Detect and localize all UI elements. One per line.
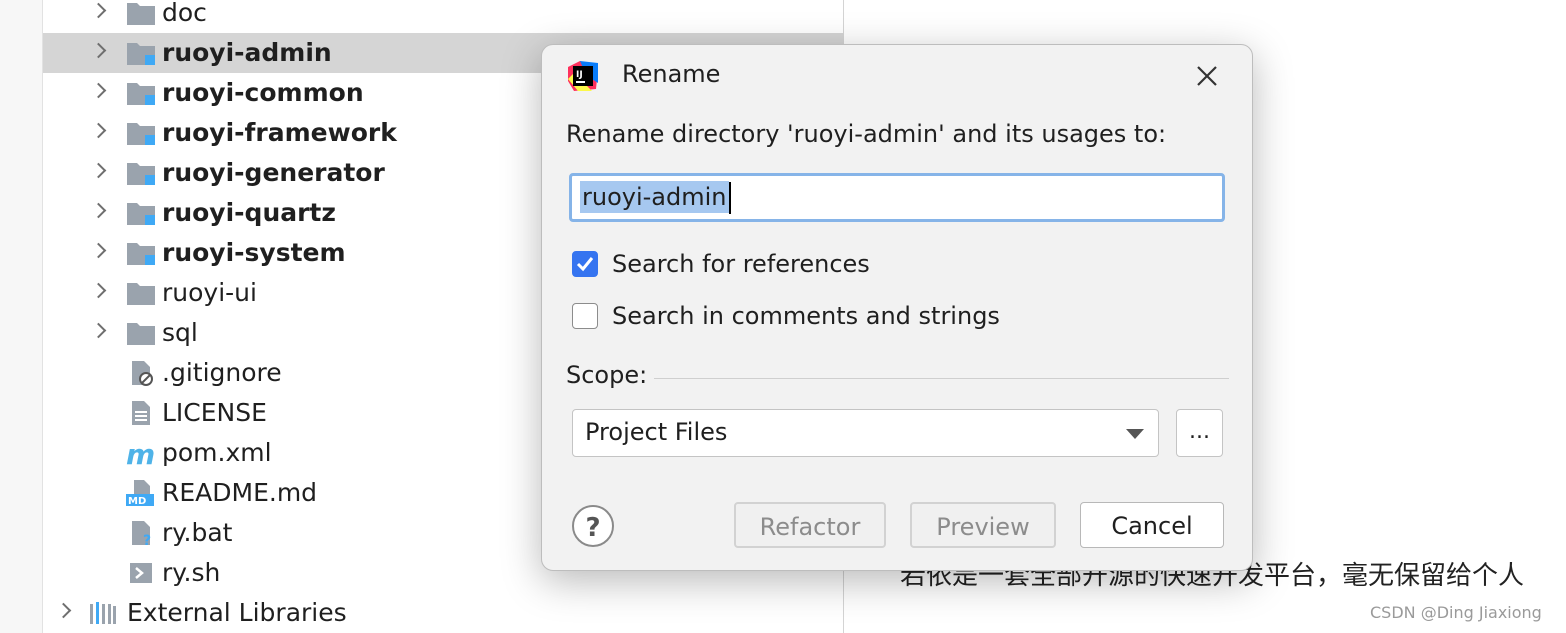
chevron-right-icon[interactable] bbox=[90, 322, 107, 339]
search-comments-label[interactable]: Search in comments and strings bbox=[612, 302, 1000, 330]
module-folder-icon bbox=[126, 160, 156, 186]
tree-item-label: ruoyi-ui bbox=[162, 278, 257, 307]
chevron-right-icon[interactable] bbox=[90, 2, 107, 19]
tree-item-label: README.md bbox=[162, 478, 318, 507]
tree-item-label: .gitignore bbox=[162, 358, 282, 387]
tree-item-label: ruoyi-common bbox=[162, 78, 364, 107]
folder-icon bbox=[126, 0, 156, 26]
close-icon[interactable] bbox=[1192, 61, 1222, 91]
chevron-right-icon[interactable] bbox=[90, 202, 107, 219]
tree-item-label: ry.bat bbox=[162, 518, 233, 547]
refactor-button[interactable]: Refactor bbox=[734, 502, 886, 548]
preview-button[interactable]: Preview bbox=[910, 502, 1056, 548]
tree-item-doc[interactable]: doc bbox=[43, 0, 843, 33]
chevron-right-icon[interactable] bbox=[90, 82, 107, 99]
tree-item-label: ruoyi-generator bbox=[162, 158, 385, 187]
text-caret bbox=[729, 182, 731, 214]
tree-item-label: ruoyi-quartz bbox=[162, 198, 336, 227]
check-icon bbox=[576, 257, 594, 272]
svg-text:IJ: IJ bbox=[576, 70, 583, 80]
tree-item-label: LICENSE bbox=[162, 398, 267, 427]
maven-icon: m bbox=[126, 438, 156, 471]
markdown-file-icon: MD bbox=[126, 480, 156, 507]
new-name-input[interactable]: ruoyi-admin bbox=[569, 173, 1225, 222]
folder-icon bbox=[126, 280, 156, 306]
chevron-right-icon[interactable] bbox=[90, 162, 107, 179]
selected-text: ruoyi-admin bbox=[580, 181, 729, 213]
scope-value: Project Files bbox=[585, 418, 728, 446]
tree-item-label: External Libraries bbox=[127, 598, 347, 627]
tree-item-label: pom.xml bbox=[162, 438, 272, 467]
text-file-icon bbox=[126, 400, 156, 426]
chevron-right-icon[interactable] bbox=[90, 282, 107, 299]
tree-item-external-libraries[interactable]: External Libraries bbox=[43, 593, 843, 633]
chevron-right-icon[interactable] bbox=[55, 602, 72, 619]
help-button[interactable]: ? bbox=[572, 505, 614, 547]
dialog-title: Rename bbox=[622, 60, 721, 88]
scope-label: Scope: bbox=[566, 361, 648, 389]
chevron-right-icon[interactable] bbox=[90, 122, 107, 139]
module-folder-icon bbox=[126, 200, 156, 226]
svg-text:MD: MD bbox=[128, 496, 146, 506]
tree-item-label: ruoyi-framework bbox=[162, 118, 397, 147]
module-folder-icon bbox=[126, 80, 156, 106]
library-icon bbox=[88, 600, 118, 626]
tool-window-gutter bbox=[0, 0, 43, 633]
rename-dialog: IJ Rename Rename directory 'ruoyi-admin'… bbox=[541, 44, 1253, 571]
tree-item-label: doc bbox=[162, 0, 207, 27]
tree-item-label: ruoyi-admin bbox=[162, 38, 332, 67]
folder-icon bbox=[126, 320, 156, 346]
module-folder-icon bbox=[126, 240, 156, 266]
svg-text:?: ? bbox=[143, 533, 151, 546]
cancel-button[interactable]: Cancel bbox=[1080, 502, 1224, 548]
watermark: CSDN @Ding Jiaxiong bbox=[1370, 603, 1542, 622]
tree-item-label: sql bbox=[162, 318, 198, 347]
module-folder-icon bbox=[126, 40, 156, 66]
unknown-file-icon: ? bbox=[126, 520, 156, 549]
chevron-right-icon[interactable] bbox=[90, 242, 107, 259]
tree-item-label: ry.sh bbox=[162, 558, 221, 587]
gitignore-file-icon bbox=[126, 360, 156, 386]
rename-prompt: Rename directory 'ruoyi-admin' and its u… bbox=[566, 120, 1167, 148]
chevron-right-icon[interactable] bbox=[90, 42, 107, 59]
svg-text:m: m bbox=[126, 440, 155, 466]
scope-more-button[interactable]: ... bbox=[1176, 409, 1223, 457]
dropdown-arrow-icon bbox=[1126, 429, 1144, 439]
search-references-checkbox[interactable] bbox=[572, 251, 598, 277]
module-folder-icon bbox=[126, 120, 156, 146]
search-comments-checkbox[interactable] bbox=[572, 303, 598, 329]
tree-item-label: ruoyi-system bbox=[162, 238, 346, 267]
scope-separator bbox=[654, 378, 1229, 379]
intellij-logo-icon: IJ bbox=[566, 59, 600, 93]
scope-select[interactable]: Project Files bbox=[572, 409, 1159, 457]
shell-file-icon bbox=[126, 560, 156, 586]
search-references-label[interactable]: Search for references bbox=[612, 250, 870, 278]
